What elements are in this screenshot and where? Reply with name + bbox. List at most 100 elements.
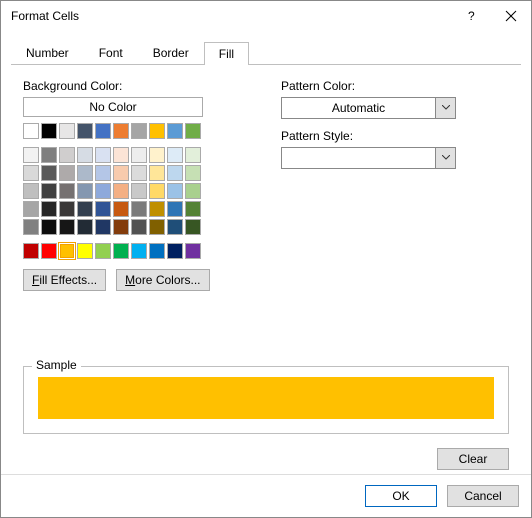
- color-swatch[interactable]: [113, 219, 129, 235]
- tab-border[interactable]: Border: [138, 41, 204, 64]
- color-swatch[interactable]: [59, 147, 75, 163]
- sample-swatch: [38, 377, 494, 419]
- color-swatch[interactable]: [77, 123, 93, 139]
- color-swatch[interactable]: [149, 147, 165, 163]
- color-swatch[interactable]: [131, 183, 147, 199]
- color-swatch[interactable]: [77, 219, 93, 235]
- color-swatch[interactable]: [113, 183, 129, 199]
- sample-field: Sample: [23, 366, 509, 434]
- color-swatch[interactable]: [149, 243, 165, 259]
- color-swatch[interactable]: [23, 219, 39, 235]
- color-swatch[interactable]: [95, 183, 111, 199]
- color-swatch[interactable]: [59, 123, 75, 139]
- ok-button[interactable]: OK: [365, 485, 437, 507]
- titlebar: Format Cells ?: [1, 1, 531, 31]
- color-swatch[interactable]: [113, 243, 129, 259]
- color-swatch[interactable]: [113, 165, 129, 181]
- color-swatch[interactable]: [185, 243, 201, 259]
- pattern-color-combo[interactable]: Automatic: [281, 97, 456, 119]
- color-swatch[interactable]: [149, 165, 165, 181]
- color-swatch[interactable]: [167, 123, 183, 139]
- color-swatch[interactable]: [59, 165, 75, 181]
- background-color-panel: Background Color: No Color Fill Effects.…: [23, 79, 247, 291]
- color-swatch[interactable]: [131, 165, 147, 181]
- color-swatch[interactable]: [41, 123, 57, 139]
- pattern-panel: Pattern Color: Automatic Pattern Style:: [281, 79, 509, 291]
- color-swatch[interactable]: [41, 183, 57, 199]
- tabstrip: Number Font Border Fill: [11, 41, 521, 65]
- color-swatch[interactable]: [59, 219, 75, 235]
- color-swatch[interactable]: [113, 147, 129, 163]
- color-swatch[interactable]: [23, 183, 39, 199]
- color-swatch[interactable]: [185, 165, 201, 181]
- color-swatch[interactable]: [185, 183, 201, 199]
- color-swatch[interactable]: [95, 123, 111, 139]
- dialog-title: Format Cells: [11, 9, 451, 23]
- color-swatch[interactable]: [59, 243, 75, 259]
- color-swatch[interactable]: [131, 201, 147, 217]
- tab-font[interactable]: Font: [84, 41, 138, 64]
- color-swatch[interactable]: [185, 219, 201, 235]
- color-swatch[interactable]: [23, 147, 39, 163]
- color-swatch[interactable]: [167, 201, 183, 217]
- more-colors-button[interactable]: More Colors...: [116, 269, 209, 291]
- color-swatch[interactable]: [23, 243, 39, 259]
- color-swatch[interactable]: [167, 243, 183, 259]
- color-swatch[interactable]: [131, 147, 147, 163]
- color-swatch[interactable]: [41, 201, 57, 217]
- chevron-down-icon[interactable]: [435, 98, 455, 118]
- help-button[interactable]: ?: [451, 1, 491, 31]
- color-swatch[interactable]: [113, 201, 129, 217]
- color-swatch[interactable]: [167, 183, 183, 199]
- color-swatch[interactable]: [149, 219, 165, 235]
- color-swatch[interactable]: [167, 219, 183, 235]
- color-swatch[interactable]: [185, 147, 201, 163]
- color-swatch[interactable]: [113, 123, 129, 139]
- color-swatch[interactable]: [185, 123, 201, 139]
- sample-area: Sample: [23, 360, 509, 434]
- color-swatch[interactable]: [77, 165, 93, 181]
- tab-fill[interactable]: Fill: [204, 42, 249, 65]
- color-swatch[interactable]: [23, 201, 39, 217]
- color-swatch[interactable]: [77, 147, 93, 163]
- color-swatch[interactable]: [131, 123, 147, 139]
- palette-top: [23, 123, 247, 139]
- color-swatch[interactable]: [59, 183, 75, 199]
- cancel-button[interactable]: Cancel: [447, 485, 519, 507]
- close-button[interactable]: [491, 1, 531, 31]
- color-swatch[interactable]: [131, 243, 147, 259]
- color-swatch[interactable]: [95, 201, 111, 217]
- color-swatch[interactable]: [185, 201, 201, 217]
- color-swatch[interactable]: [95, 147, 111, 163]
- fill-effects-button[interactable]: Fill Effects...: [23, 269, 106, 291]
- color-swatch[interactable]: [23, 123, 39, 139]
- clear-button[interactable]: Clear: [437, 448, 509, 470]
- tab-number[interactable]: Number: [11, 41, 84, 64]
- color-swatch[interactable]: [149, 123, 165, 139]
- color-swatch[interactable]: [95, 165, 111, 181]
- chevron-down-icon[interactable]: [435, 148, 455, 168]
- dialog-footer: OK Cancel: [1, 474, 531, 517]
- pattern-style-value: [282, 148, 435, 168]
- color-swatch[interactable]: [41, 165, 57, 181]
- color-swatch[interactable]: [41, 219, 57, 235]
- color-swatch[interactable]: [131, 219, 147, 235]
- pattern-style-combo[interactable]: [281, 147, 456, 169]
- color-swatch[interactable]: [23, 165, 39, 181]
- color-swatch[interactable]: [95, 243, 111, 259]
- color-swatch[interactable]: [77, 183, 93, 199]
- color-swatch[interactable]: [149, 201, 165, 217]
- color-swatch[interactable]: [41, 147, 57, 163]
- color-swatch[interactable]: [167, 147, 183, 163]
- color-swatch[interactable]: [149, 183, 165, 199]
- color-swatch[interactable]: [41, 243, 57, 259]
- background-color-label: Background Color:: [23, 79, 247, 93]
- color-swatch[interactable]: [77, 243, 93, 259]
- color-swatch[interactable]: [59, 201, 75, 217]
- color-swatch[interactable]: [95, 219, 111, 235]
- palette-standard: [23, 243, 247, 259]
- pattern-color-value: Automatic: [282, 98, 435, 118]
- no-color-button[interactable]: No Color: [23, 97, 203, 117]
- color-swatch[interactable]: [167, 165, 183, 181]
- color-swatch[interactable]: [77, 201, 93, 217]
